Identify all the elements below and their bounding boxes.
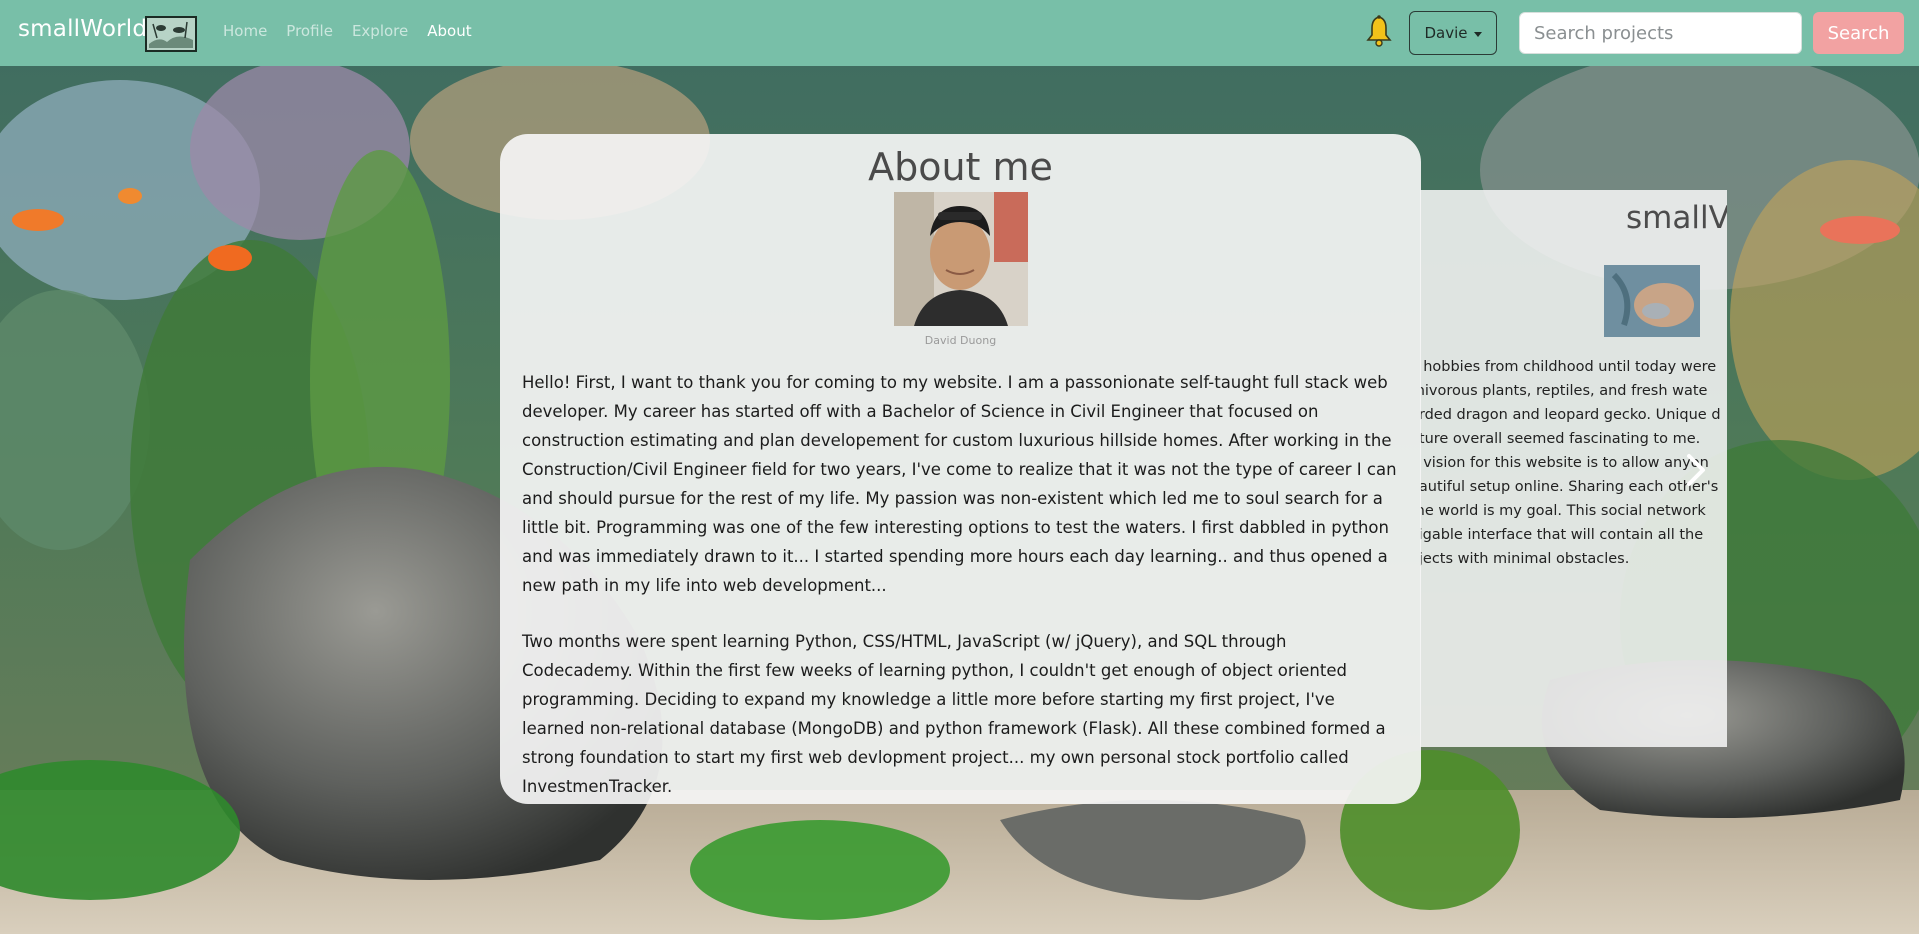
profile-photo-art: [894, 192, 1028, 326]
photo-caption: David Duong: [924, 334, 997, 347]
brand-logo-icon[interactable]: [145, 16, 197, 52]
slide-text: y hobbies from childhood until today wer…: [1420, 359, 1721, 567]
slide-photo: [1604, 265, 1700, 337]
profile-photo: [894, 192, 1028, 326]
slide-title: smallV: [1626, 200, 1727, 236]
user-menu-label: Davie: [1424, 24, 1468, 42]
caret-down-icon: [1473, 31, 1482, 37]
chevron-right-icon[interactable]: [1683, 450, 1711, 490]
search-input[interactable]: [1519, 12, 1802, 54]
nav-link-profile[interactable]: Profile: [286, 22, 333, 40]
user-menu-dropdown[interactable]: Davie: [1409, 11, 1497, 55]
nav-link-about[interactable]: About: [427, 22, 471, 40]
about-card: About me David Duong Hello! First, I wan…: [500, 134, 1421, 804]
about-paragraph-1: Hello! First, I want to thank you for co…: [522, 373, 1397, 595]
slide-photo-art: [1604, 265, 1700, 337]
search-button[interactable]: Search: [1813, 12, 1904, 54]
nav-link-explore[interactable]: Explore: [352, 22, 408, 40]
nav-links: Home Profile Explore About: [223, 22, 491, 40]
bell-icon-art: [1366, 15, 1392, 47]
chevron-right-icon-art: [1687, 454, 1705, 486]
brand-logo-art: [147, 18, 195, 50]
brand-name[interactable]: smallWorld: [18, 16, 147, 42]
carousel-slide-next: smallV y hobbies from childhood until to…: [1420, 190, 1727, 747]
top-navbar: smallWorld Home Profile Explore About Da…: [0, 0, 1919, 66]
bell-icon[interactable]: [1364, 14, 1394, 48]
page-title: About me: [868, 145, 1053, 189]
nav-link-home[interactable]: Home: [223, 22, 267, 40]
about-paragraph-2: Two months were spent learning Python, C…: [522, 632, 1386, 796]
